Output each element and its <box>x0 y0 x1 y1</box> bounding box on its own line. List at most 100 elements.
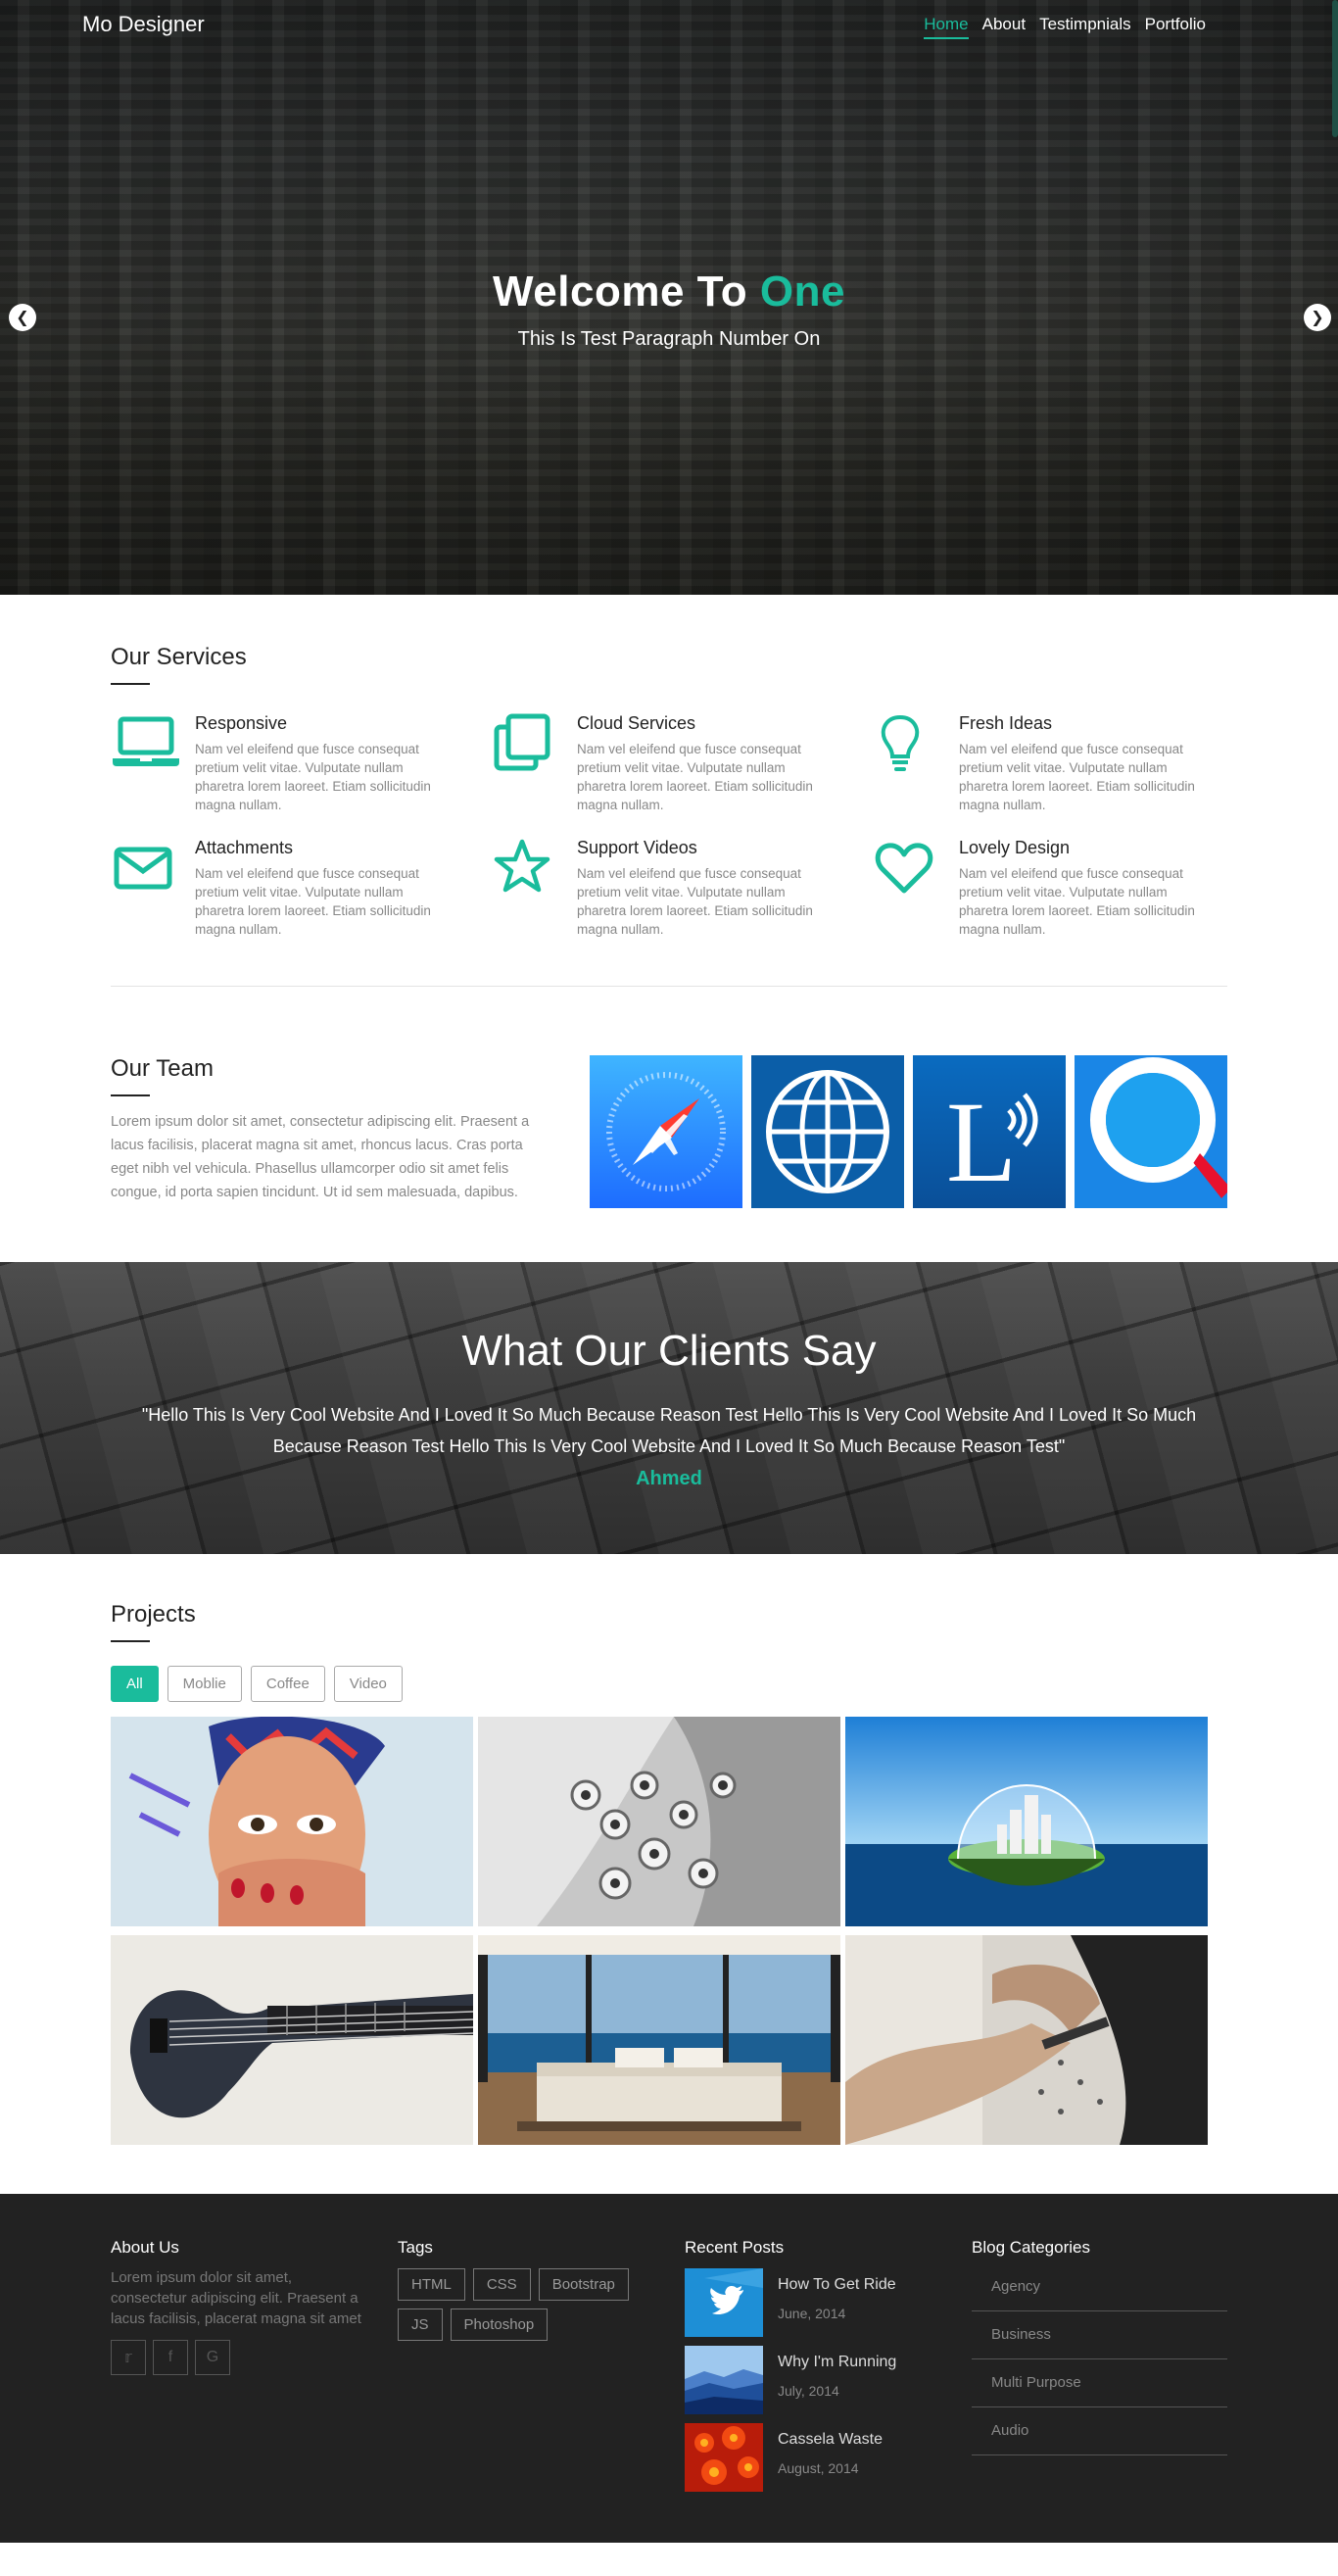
service-text: Nam vel eleifend que fusce consequat pre… <box>959 742 1195 812</box>
category-business[interactable]: Business <box>972 2311 1227 2359</box>
service-item: Cloud Services Nam vel eleifend que fusc… <box>493 713 875 814</box>
service-title: Attachments <box>195 838 294 857</box>
filter-video[interactable]: Video <box>333 1666 403 1702</box>
post-title[interactable]: Cassela Waste <box>778 2431 883 2449</box>
service-title: Cloud Services <box>577 713 696 733</box>
projects-section: Projects All Moblie Coffee Video <box>0 1554 1338 2194</box>
hero-title: Welcome To One <box>0 267 1338 316</box>
search-magnifier-icon[interactable] <box>1075 1055 1227 1208</box>
project-image-painted-face[interactable] <box>111 1717 473 1926</box>
svg-text:L: L <box>946 1078 1017 1206</box>
recent-post[interactable]: Cassela Waste August, 2014 <box>685 2423 972 2492</box>
service-item: Attachments Nam vel eleifend que fusce c… <box>111 838 493 939</box>
service-title: Responsive <box>195 713 288 733</box>
service-title: Fresh Ideas <box>959 713 1053 733</box>
footer-recent-title: Recent Posts <box>685 2238 785 2257</box>
safari-compass-icon[interactable] <box>590 1055 742 1208</box>
footer-tags-title: Tags <box>398 2238 433 2257</box>
service-text: Nam vel eleifend que fusce consequat pre… <box>577 866 813 937</box>
recent-post[interactable]: How To Get Ride June, 2014 <box>685 2268 972 2337</box>
service-text: Nam vel eleifend que fusce consequat pre… <box>195 866 431 937</box>
nav-portfolio[interactable]: Portfolio <box>1138 2 1213 47</box>
service-title: Support Videos <box>577 838 697 857</box>
footer-categories-title: Blog Categories <box>972 2238 1090 2257</box>
facebook-icon[interactable]: f <box>153 2340 188 2375</box>
project-image-bedroom-ocean[interactable] <box>478 1935 840 2145</box>
hero-caption: Welcome To One This Is Test Paragraph Nu… <box>0 267 1338 351</box>
twitter-icon[interactable]: 𝕣 <box>111 2340 146 2375</box>
tag-photoshop[interactable]: Photoshop <box>450 2309 549 2341</box>
recent-post[interactable]: Why I'm Running July, 2014 <box>685 2346 972 2414</box>
services-title: Our Services <box>111 644 247 670</box>
filter-coffee[interactable]: Coffee <box>250 1666 325 1702</box>
copy-icon <box>493 713 577 814</box>
project-image-bass-guitar[interactable] <box>111 1935 473 2145</box>
title-underline <box>111 1094 150 1096</box>
team-title: Our Team <box>111 1055 214 1082</box>
google-icon[interactable]: G <box>195 2340 230 2375</box>
tag-css[interactable]: CSS <box>472 2268 531 2301</box>
category-audio[interactable]: Audio <box>972 2407 1227 2455</box>
nav-about[interactable]: About <box>976 2 1032 47</box>
hero-subtitle: This Is Test Paragraph Number On <box>517 328 821 350</box>
projects-title: Projects <box>111 1601 196 1628</box>
hero-title-highlight: One <box>759 267 845 316</box>
project-image-white-tubes[interactable] <box>478 1717 840 1926</box>
lightbulb-icon <box>875 713 959 814</box>
brand-logo[interactable]: Mo Designer <box>82 12 205 37</box>
team-section: Our Team Lorem ipsum dolor sit amet, con… <box>0 987 1338 1262</box>
service-item: Lovely Design Nam vel eleifend que fusce… <box>875 838 1227 939</box>
section-divider <box>111 986 1227 987</box>
filter-mobile[interactable]: Moblie <box>167 1666 242 1702</box>
tag-html[interactable]: HTML <box>398 2268 465 2301</box>
envelope-icon <box>111 838 195 939</box>
project-image-island-dome[interactable] <box>845 1717 1208 1926</box>
service-text: Nam vel eleifend que fusce consequat pre… <box>577 742 813 812</box>
l-letter-icon[interactable]: L <box>913 1055 1066 1208</box>
footer-about-text: Lorem ipsum dolor sit amet, consectetur … <box>111 2269 361 2327</box>
mountains-thumbnail <box>685 2346 763 2414</box>
service-text: Nam vel eleifend que fusce consequat pre… <box>959 866 1195 937</box>
globe-icon[interactable] <box>751 1055 904 1208</box>
navbar: Mo Designer Home About Testimpnials Port… <box>0 0 1338 49</box>
service-text: Nam vel eleifend que fusce consequat pre… <box>195 742 431 812</box>
testimonial-quote: "Hello This Is Very Cool Website And I L… <box>141 1405 1197 1456</box>
footer-tags: Tags HTML CSS Bootstrap JS Photoshop <box>398 2238 685 2501</box>
footer-categories: Blog Categories Agency Business Multi Pu… <box>972 2238 1227 2501</box>
star-icon <box>493 838 577 939</box>
laptop-icon <box>111 713 195 814</box>
footer-recent-posts: Recent Posts How To Get Ride June, 2014 <box>685 2238 972 2501</box>
footer-about-title: About Us <box>111 2238 179 2257</box>
nav-testimonials[interactable]: Testimpnials <box>1032 2 1138 47</box>
post-date: August, 2014 <box>778 2460 859 2476</box>
testimonials-section: What Our Clients Say "Hello This Is Very… <box>0 1262 1338 1554</box>
nav-menu: Home About Testimpnials Portfolio <box>917 2 1213 47</box>
twitter-bird-thumbnail <box>685 2268 763 2337</box>
hero-slider: Mo Designer Home About Testimpnials Port… <box>0 0 1338 595</box>
tag-bootstrap[interactable]: Bootstrap <box>538 2268 629 2301</box>
service-title: Lovely Design <box>959 838 1071 857</box>
title-underline <box>111 1640 150 1642</box>
category-agency[interactable]: Agency <box>972 2263 1227 2311</box>
tag-js[interactable]: JS <box>398 2309 443 2341</box>
hero-title-main: Welcome To <box>493 267 748 316</box>
services-section: Our Services Responsive Nam vel eleifend… <box>0 595 1338 987</box>
post-date: July, 2014 <box>778 2383 839 2399</box>
nav-home[interactable]: Home <box>917 2 975 47</box>
post-title[interactable]: How To Get Ride <box>778 2276 896 2294</box>
testimonial-author: Ahmed <box>636 1468 702 1489</box>
title-underline <box>111 683 150 685</box>
service-item: Responsive Nam vel eleifend que fusce co… <box>111 713 493 814</box>
post-title[interactable]: Why I'm Running <box>778 2354 896 2371</box>
red-flower-thumbnail <box>685 2423 763 2492</box>
team-text: Lorem ipsum dolor sit amet, consectetur … <box>111 1114 530 1200</box>
post-date: June, 2014 <box>778 2306 846 2321</box>
service-item: Fresh Ideas Nam vel eleifend que fusce c… <box>875 713 1227 814</box>
category-multi-purpose[interactable]: Multi Purpose <box>972 2359 1227 2407</box>
footer: About Us Lorem ipsum dolor sit amet, con… <box>0 2194 1338 2543</box>
filter-all[interactable]: All <box>111 1666 159 1702</box>
project-filters: All Moblie Coffee Video <box>111 1666 1227 1702</box>
footer-about: About Us Lorem ipsum dolor sit amet, con… <box>111 2238 398 2501</box>
heart-icon <box>875 838 959 939</box>
project-image-hands-tool[interactable] <box>845 1935 1208 2145</box>
